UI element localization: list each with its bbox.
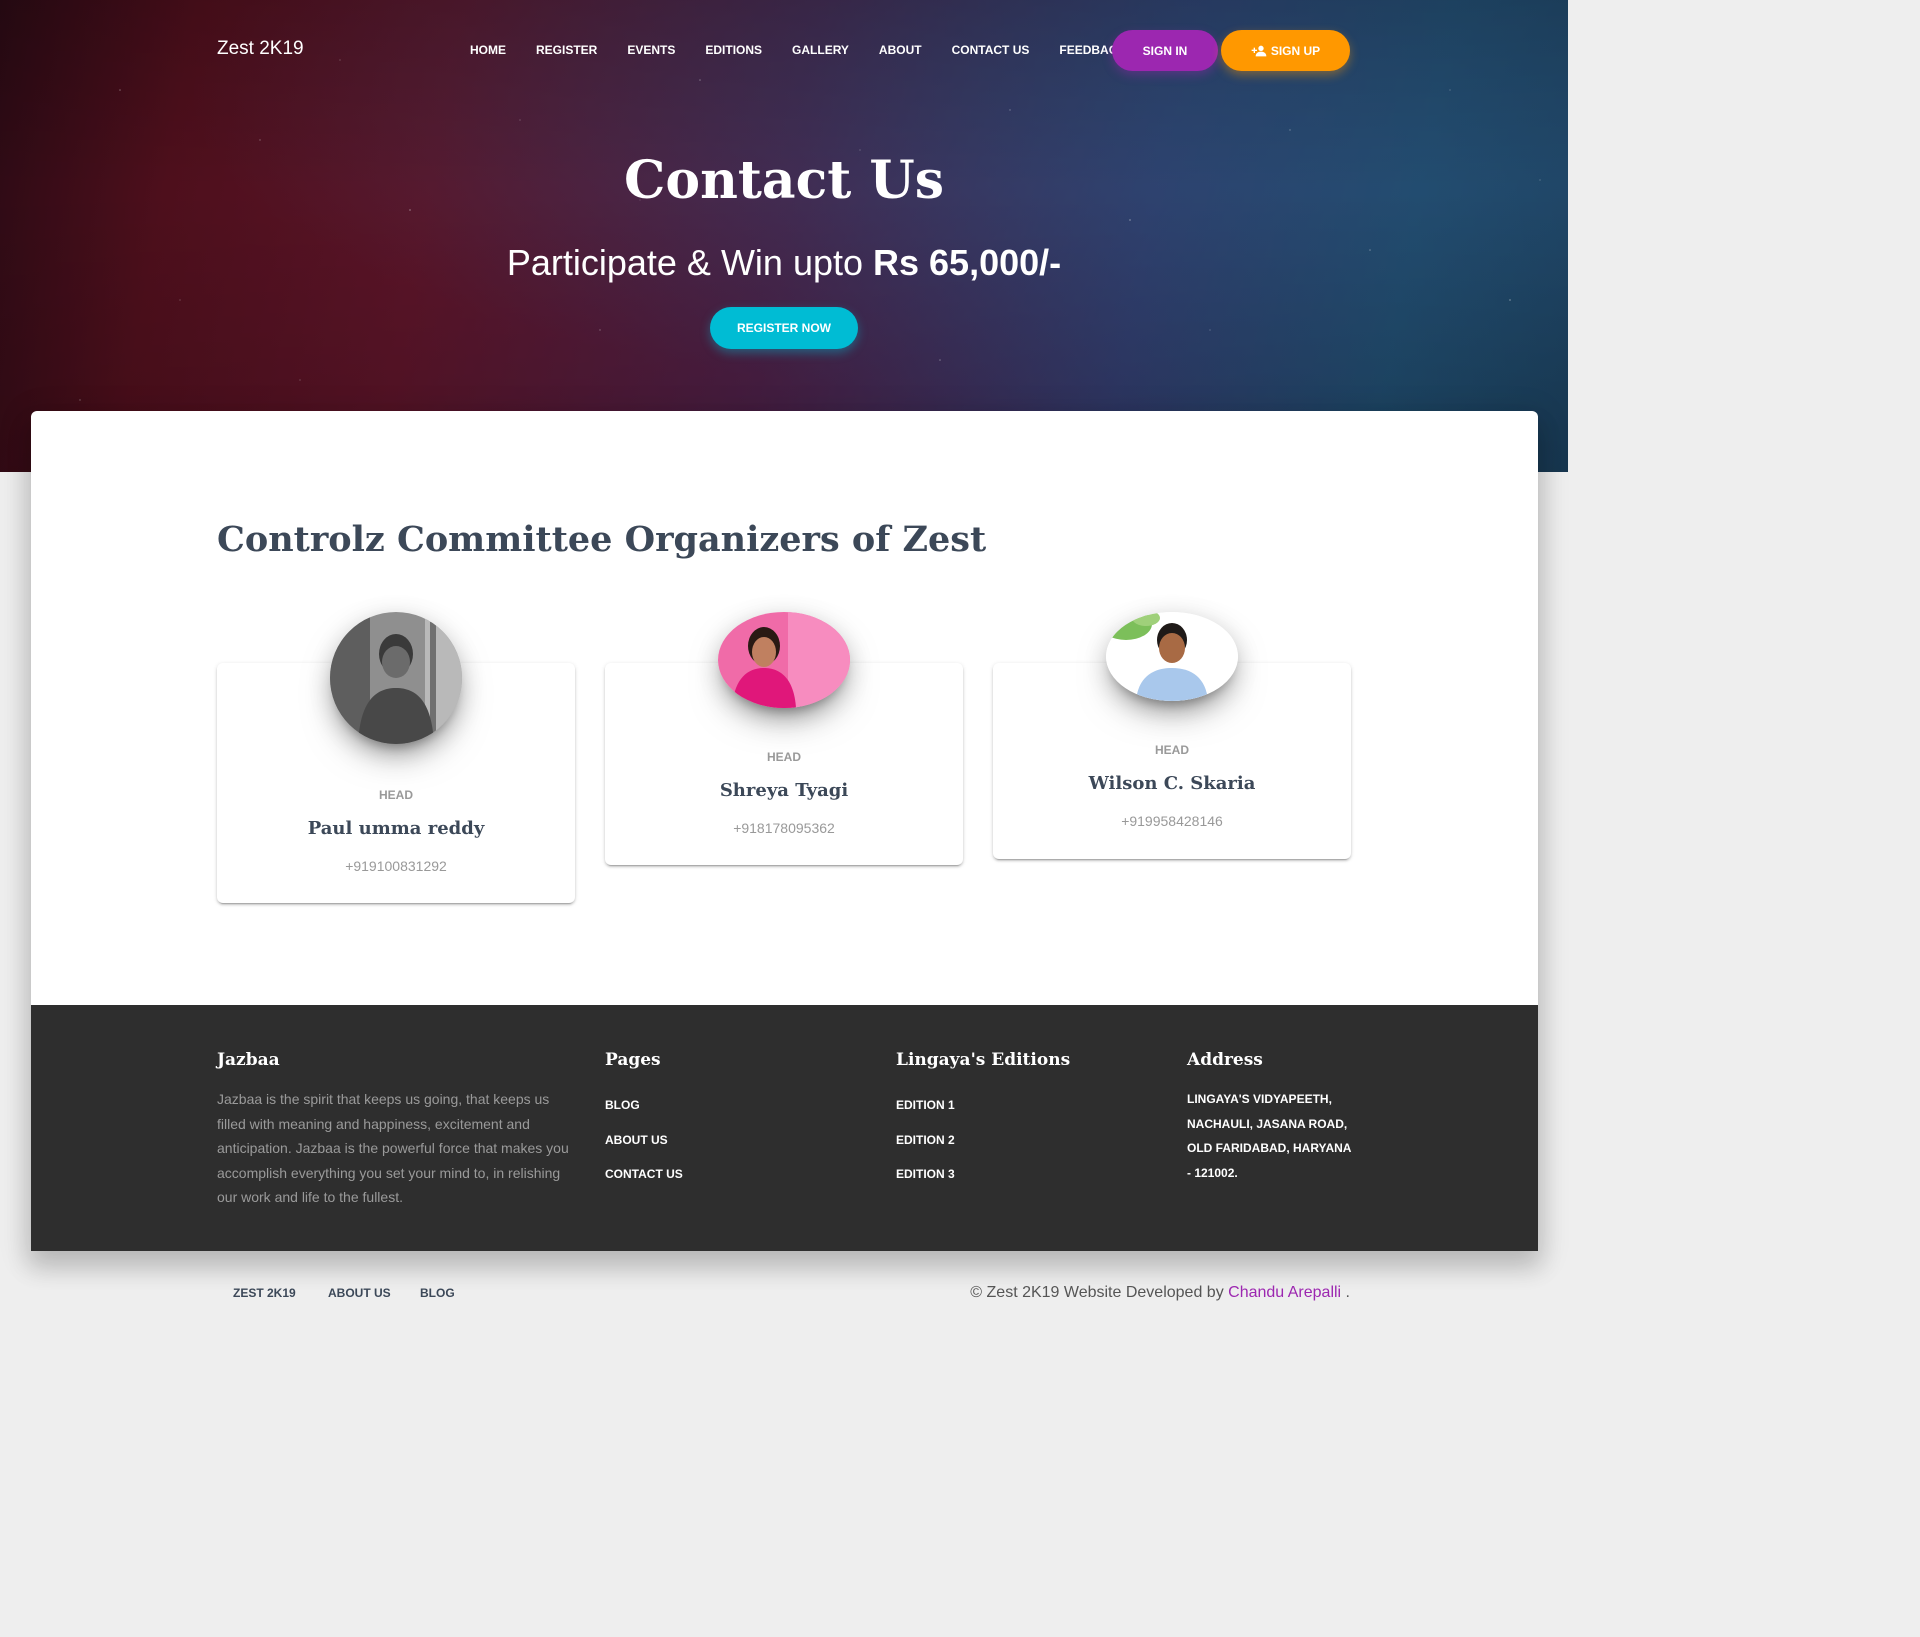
nav-home[interactable]: HOME <box>455 43 521 57</box>
avatar-wilson <box>1106 612 1238 701</box>
main-content-card: Controlz Committee Organizers of Zest HE… <box>31 411 1538 1251</box>
bottom-link-about-us[interactable]: ABOUT US <box>328 1286 391 1300</box>
sign-in-button[interactable]: SIGN IN <box>1112 30 1218 71</box>
footer-link-blog[interactable]: BLOG <box>605 1098 640 1112</box>
footer-address-text: LINGAYA'S VIDYAPEETH, NACHAULI, JASANA R… <box>1187 1092 1352 1180</box>
avatar-shreya <box>718 612 850 708</box>
bottom-link-blog[interactable]: BLOG <box>420 1286 455 1300</box>
footer-link-edition-3[interactable]: EDITION 3 <box>896 1167 955 1181</box>
copyright-suffix: . <box>1341 1284 1350 1301</box>
footer-editions-title: Lingaya's Editions <box>896 1050 1071 1070</box>
add-user-icon <box>1251 45 1267 56</box>
avatar-paul <box>330 612 462 744</box>
member-phone[interactable]: +919100831292 <box>217 858 575 874</box>
team-card-1: HEAD Paul umma reddy +919100831292 <box>217 612 575 903</box>
member-role: HEAD <box>766 750 801 764</box>
footer-link-edition-1[interactable]: EDITION 1 <box>896 1098 955 1112</box>
footer-about-text: Jazbaa is the spirit that keeps us going… <box>217 1091 569 1205</box>
footer-address-title: Address <box>1187 1050 1263 1070</box>
team-card-2: HEAD Shreya Tyagi +918178095362 <box>605 612 963 865</box>
sign-in-label: SIGN IN <box>1142 43 1188 58</box>
member-phone[interactable]: +919958428146 <box>993 813 1351 829</box>
page-title: Contact Us <box>624 150 944 211</box>
nav-editions[interactable]: EDITIONS <box>690 43 777 57</box>
nav-contact-us[interactable]: CONTACT US <box>937 43 1045 57</box>
footer-pages-title: Pages <box>605 1050 661 1070</box>
nav-about[interactable]: ABOUT <box>864 43 937 57</box>
section-title: Controlz Committee Organizers of Zest <box>217 519 987 560</box>
register-now-label: REGISTER NOW <box>736 321 831 335</box>
hero-subtitle-text: Participate & Win upto <box>506 242 874 283</box>
brand-logo[interactable]: Zest 2K19 <box>217 38 304 60</box>
hero-header: Zest 2K19 HOME REGISTER EVENTS EDITIONS … <box>0 0 1568 472</box>
nav-links: HOME REGISTER EVENTS EDITIONS GALLERY AB… <box>455 28 1141 72</box>
member-role: HEAD <box>1154 743 1189 757</box>
footer-link-edition-2[interactable]: EDITION 2 <box>896 1133 955 1147</box>
nav-events[interactable]: EVENTS <box>612 43 690 57</box>
member-name: Shreya Tyagi <box>719 780 849 801</box>
bottom-link-zest[interactable]: ZEST 2K19 <box>233 1286 296 1300</box>
team-card-3: HEAD Wilson C. Skaria +919958428146 <box>993 612 1351 859</box>
footer-about-title: Jazbaa <box>217 1050 280 1070</box>
register-now-button[interactable]: REGISTER NOW <box>710 307 858 349</box>
hero-prize-amount: Rs 65,000/- <box>873 242 1062 283</box>
footer-link-about-us[interactable]: ABOUT US <box>605 1133 668 1147</box>
member-role: HEAD <box>378 788 413 802</box>
sign-up-label: SIGN UP <box>1270 43 1321 58</box>
author-link[interactable]: Chandu Arepalli <box>1228 1284 1341 1301</box>
footer: Jazbaa Jazbaa is the spirit that keeps u… <box>31 1005 1538 1251</box>
sign-up-button[interactable]: SIGN UP <box>1221 30 1350 71</box>
nav-register[interactable]: REGISTER <box>521 43 612 57</box>
nav-gallery[interactable]: GALLERY <box>777 43 864 57</box>
member-name: Paul umma reddy <box>307 818 485 839</box>
copyright-text: © Zest 2K19 Website Developed by <box>970 1284 1229 1301</box>
hero-subtitle: Participate & Win upto Rs 65,000/- <box>0 242 1568 284</box>
footer-link-contact-us[interactable]: CONTACT US <box>605 1167 683 1181</box>
member-phone[interactable]: +918178095362 <box>605 820 963 836</box>
member-name: Wilson C. Skaria <box>1088 773 1256 794</box>
navbar: Zest 2K19 HOME REGISTER EVENTS EDITIONS … <box>0 28 1568 72</box>
copyright: © Zest 2K19 Website Developed by Chandu … <box>970 1284 1350 1302</box>
